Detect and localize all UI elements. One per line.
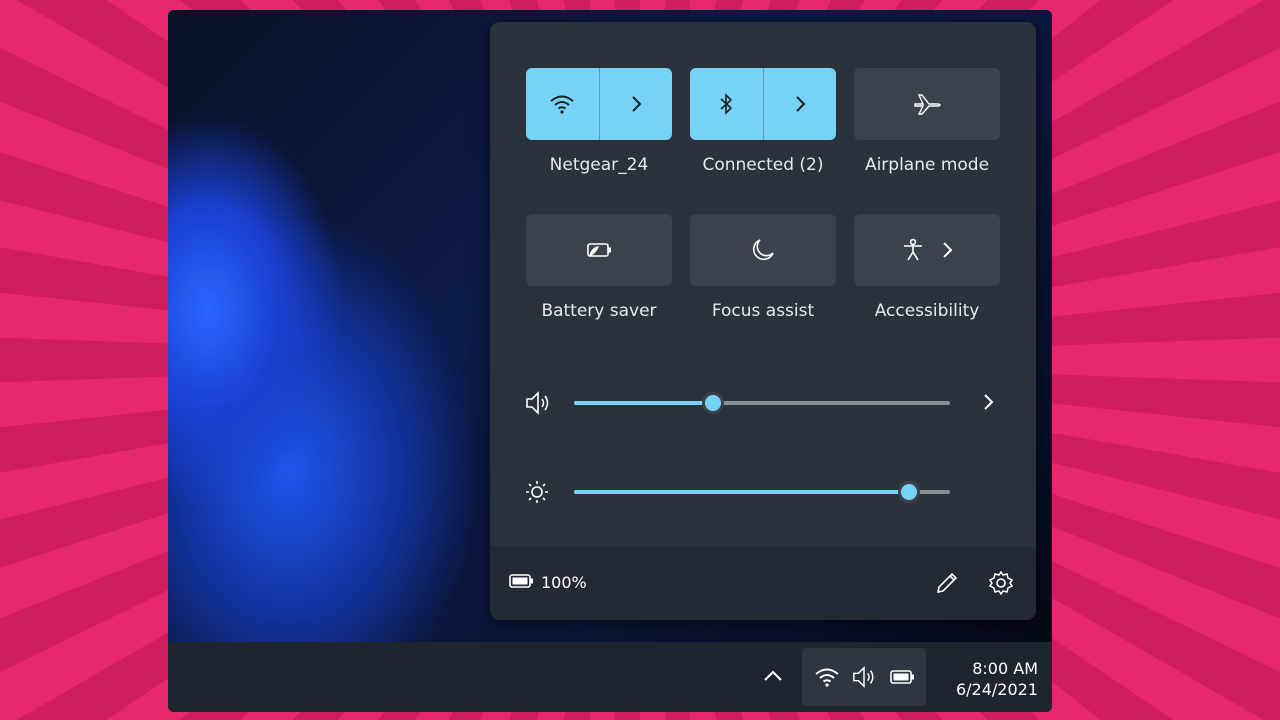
- chevron-up-icon: [762, 668, 784, 684]
- battery-icon: [508, 572, 534, 590]
- airplane-mode-tile[interactable]: [854, 68, 1000, 140]
- brightness-icon: [524, 479, 550, 505]
- brightness-slider-row: [524, 477, 1004, 507]
- wifi-icon: [549, 94, 575, 114]
- show-hidden-icons-button[interactable]: [762, 668, 784, 684]
- system-tray-quick-settings-button[interactable]: [802, 648, 926, 706]
- gear-icon: [988, 570, 1014, 596]
- taskbar-clock[interactable]: 8:00 AM 6/24/2021: [928, 658, 1038, 700]
- bluetooth-tile: [690, 68, 836, 140]
- wifi-expand-button[interactable]: [600, 68, 673, 140]
- volume-slider-fill: [574, 401, 714, 405]
- accessibility-icon: [901, 238, 925, 262]
- audio-output-expand-button[interactable]: [982, 393, 994, 411]
- brightness-slider[interactable]: [574, 481, 950, 503]
- desktop-screen: Netgear_24 Connected (2) Airplane mode B…: [168, 10, 1052, 712]
- battery-saver-icon: [585, 241, 613, 259]
- clock-time: 8:00 AM: [972, 659, 1038, 678]
- bluetooth-icon: [718, 92, 734, 116]
- chevron-right-icon: [941, 241, 953, 259]
- battery-saver-tile-label: Battery saver: [541, 301, 657, 321]
- quick-settings-panel: Netgear_24 Connected (2) Airplane mode B…: [490, 22, 1036, 620]
- volume-slider-thumb[interactable]: [702, 392, 725, 414]
- focus-assist-tile-label: Focus assist: [711, 301, 815, 321]
- battery-percentage: 100%: [541, 573, 587, 592]
- speaker-icon: [851, 665, 877, 689]
- chevron-right-icon: [794, 95, 806, 113]
- focus-assist-tile[interactable]: [690, 214, 836, 286]
- wifi-icon: [814, 667, 840, 687]
- accessibility-tile-label: Accessibility: [874, 301, 980, 321]
- volume-slider[interactable]: [574, 392, 950, 414]
- battery-icon: [889, 668, 915, 686]
- edit-quick-settings-button[interactable]: [934, 570, 960, 596]
- volume-slider-row: [524, 388, 1004, 418]
- brightness-slider-fill: [574, 490, 909, 494]
- bluetooth-expand-button[interactable]: [764, 68, 837, 140]
- chevron-right-icon: [630, 95, 642, 113]
- wifi-tile: [526, 68, 672, 140]
- bluetooth-toggle[interactable]: [690, 68, 764, 140]
- settings-button[interactable]: [988, 570, 1014, 596]
- taskbar: 8:00 AM 6/24/2021: [168, 642, 1052, 712]
- airplane-mode-tile-label: Airplane mode: [864, 155, 990, 175]
- pencil-icon: [934, 570, 960, 596]
- moon-icon: [751, 238, 775, 262]
- speaker-icon[interactable]: [524, 390, 552, 416]
- accessibility-tile[interactable]: [854, 214, 1000, 286]
- quick-settings-footer: 100%: [490, 546, 1036, 620]
- wifi-tile-label: Netgear_24: [549, 155, 649, 175]
- brightness-slider-thumb[interactable]: [897, 481, 920, 503]
- battery-saver-tile[interactable]: [526, 214, 672, 286]
- clock-date: 6/24/2021: [955, 680, 1038, 699]
- bluetooth-tile-label: Connected (2): [702, 155, 824, 175]
- wifi-toggle[interactable]: [526, 68, 600, 140]
- airplane-icon: [913, 92, 941, 116]
